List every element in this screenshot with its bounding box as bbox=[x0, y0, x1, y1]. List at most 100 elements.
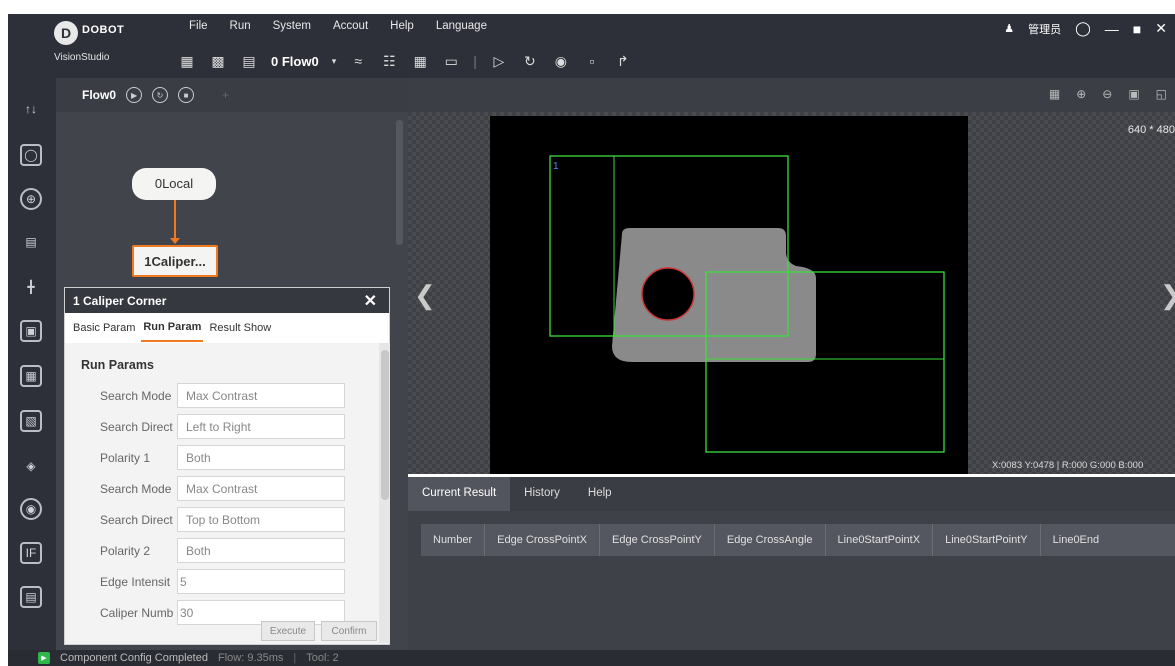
fullscreen-icon[interactable]: ◱ bbox=[1156, 87, 1167, 101]
param-row: Search Direct Left to Right bbox=[65, 414, 365, 440]
section-title: Run Params bbox=[81, 358, 154, 372]
logic-icon[interactable]: ◉ bbox=[20, 498, 42, 520]
confirm-button[interactable]: Confirm bbox=[321, 621, 377, 641]
maximize-icon[interactable]: ■ bbox=[1133, 21, 1141, 37]
col-edge-crosspoint-y[interactable]: Edge CrossPointY bbox=[600, 524, 715, 556]
search-direction-2-select[interactable]: Top to Bottom bbox=[177, 507, 345, 532]
device-icon[interactable]: ▭ bbox=[442, 52, 460, 70]
script-icon[interactable]: ▫ bbox=[583, 52, 601, 70]
menu-file[interactable]: File bbox=[178, 20, 219, 32]
search-mode-1-select[interactable]: Max Contrast bbox=[177, 383, 345, 408]
color-fill-icon[interactable]: ◈ bbox=[20, 455, 42, 477]
camera-icon[interactable]: ◯ bbox=[20, 144, 42, 166]
image-process-icon[interactable]: ▧ bbox=[20, 410, 42, 432]
col-number[interactable]: Number bbox=[421, 524, 486, 556]
polarity-1-select[interactable]: Both bbox=[177, 445, 345, 470]
measure-icon[interactable]: ▤ bbox=[20, 231, 42, 253]
header: D DOBOT VisionStudio File Run System Acc… bbox=[8, 14, 1175, 78]
flow-selector[interactable]: 0 Flow0 bbox=[271, 54, 319, 69]
caliper-icon[interactable]: ╋ bbox=[20, 276, 42, 298]
user-icon[interactable]: ♟ bbox=[1004, 22, 1014, 35]
prev-image-icon[interactable]: ❮ bbox=[414, 280, 436, 311]
tab-run-param[interactable]: Run Param bbox=[141, 314, 204, 342]
caliper-param-dialog: 1 Caliper Corner ✕ Basic Param Run Param… bbox=[64, 287, 390, 645]
tab-history[interactable]: History bbox=[510, 477, 574, 511]
param-label: Search Direct bbox=[100, 420, 173, 434]
param-row: Polarity 2 Both bbox=[65, 538, 365, 564]
close-window-icon[interactable]: ✕ bbox=[1155, 20, 1167, 37]
col-edge-crosspoint-x[interactable]: Edge CrossPointX bbox=[485, 524, 601, 556]
flow-node-caliper[interactable]: 1Caliper... bbox=[132, 245, 218, 277]
variable-icon[interactable]: ▦ bbox=[411, 52, 429, 70]
dropdown-arrow-icon[interactable]: ▾ bbox=[332, 56, 337, 67]
param-label: Polarity 1 bbox=[100, 451, 151, 465]
user-label[interactable]: 管理员 bbox=[1028, 21, 1061, 37]
network-icon[interactable]: ☷ bbox=[380, 52, 398, 70]
tab-basic-param[interactable]: Basic Param bbox=[73, 322, 135, 334]
run-loop-icon[interactable]: ↻ bbox=[521, 52, 539, 70]
result-table-header: Number Edge CrossPointX Edge CrossPointY… bbox=[421, 524, 1175, 556]
tab-help[interactable]: Help bbox=[574, 477, 626, 511]
zoom-in-icon[interactable]: ⊕ bbox=[1076, 87, 1086, 101]
menu-help[interactable]: Help bbox=[379, 20, 425, 32]
condition-icon[interactable]: IF bbox=[20, 542, 42, 564]
new-solution-icon[interactable]: ▦ bbox=[178, 52, 196, 70]
menu-run[interactable]: Run bbox=[219, 20, 262, 32]
add-flow-icon[interactable]: + bbox=[222, 88, 229, 102]
dialog-close-icon[interactable]: ✕ bbox=[364, 291, 377, 311]
flow-run-icon[interactable]: ▶ bbox=[126, 87, 143, 103]
robot-arm-icon[interactable]: ↱ bbox=[614, 52, 632, 70]
dialog-body: Run Params Search Mode Max Contrast Sear… bbox=[65, 343, 381, 643]
col-line0-start-y[interactable]: Line0StartPointY bbox=[933, 524, 1041, 556]
execute-button[interactable]: Execute bbox=[261, 621, 315, 641]
param-row: Edge Intensit 5 bbox=[65, 569, 365, 595]
flow-node-local[interactable]: 0Local bbox=[132, 168, 216, 200]
run-status-icon: ▶ bbox=[38, 652, 50, 664]
search-mode-2-select[interactable]: Max Contrast bbox=[177, 476, 345, 501]
detect-icon[interactable]: ▣ bbox=[20, 320, 42, 342]
open-folder-icon[interactable]: ▤ bbox=[240, 52, 258, 70]
dobot-logo-icon: D bbox=[54, 21, 78, 45]
stop-icon[interactable]: ◉ bbox=[552, 52, 570, 70]
param-label: Search Direct bbox=[100, 513, 173, 527]
layers-icon[interactable]: ≈ bbox=[349, 52, 367, 70]
save-icon[interactable]: ▩ bbox=[209, 52, 227, 70]
edge-intensity-stepper[interactable]: 5 bbox=[177, 569, 345, 594]
fit-view-icon[interactable]: ▦ bbox=[1049, 87, 1060, 101]
viewer-toolbar: ▦ ⊕ ⊖ ▣ ◱ bbox=[408, 78, 1175, 112]
settings-icon[interactable]: ◯ bbox=[1075, 20, 1091, 37]
col-line0-start-x[interactable]: Line0StartPointX bbox=[826, 524, 934, 556]
tab-result-show[interactable]: Result Show bbox=[209, 322, 271, 334]
dialog-title: 1 Caliper Corner bbox=[65, 288, 389, 313]
locate-icon[interactable]: ⊕ bbox=[20, 188, 42, 210]
status-message: Component Config Completed bbox=[60, 652, 208, 664]
search-direction-1-select[interactable]: Left to Right bbox=[177, 414, 345, 439]
image-source-icon[interactable]: ↑↓ bbox=[20, 98, 42, 120]
param-label: Search Mode bbox=[100, 482, 172, 496]
communication-icon[interactable]: ▤ bbox=[20, 586, 42, 608]
run-once-icon[interactable]: ▷ bbox=[490, 52, 508, 70]
zoom-out-icon[interactable]: ⊖ bbox=[1102, 87, 1112, 101]
actual-size-icon[interactable]: ▣ bbox=[1128, 87, 1139, 101]
flow-scrollbar[interactable] bbox=[396, 120, 403, 245]
flow-loop-icon[interactable]: ↻ bbox=[152, 87, 169, 103]
param-row: Caliper Numb 30 bbox=[65, 600, 365, 626]
next-image-icon[interactable]: ❯ bbox=[1160, 280, 1175, 311]
window-controls: ♟ 管理员 ◯ — ■ ✕ bbox=[1004, 20, 1167, 37]
calibrate-icon[interactable]: ▦ bbox=[20, 365, 42, 387]
menu-account[interactable]: Accout bbox=[322, 20, 379, 32]
brand-name: DOBOT bbox=[82, 24, 125, 36]
status-divider: | bbox=[293, 652, 297, 664]
minimize-icon[interactable]: — bbox=[1105, 21, 1119, 37]
col-line0-end[interactable]: Line0End bbox=[1041, 524, 1112, 556]
param-label: Caliper Numb bbox=[100, 606, 174, 620]
flow-stop-icon[interactable]: ■ bbox=[178, 87, 195, 103]
polarity-2-select[interactable]: Both bbox=[177, 538, 345, 563]
image-resolution: 640 * 480 bbox=[1127, 124, 1175, 136]
menu-system[interactable]: System bbox=[262, 20, 322, 32]
tab-current-result[interactable]: Current Result bbox=[408, 477, 511, 511]
dialog-scrollbar-thumb[interactable] bbox=[381, 350, 389, 500]
camera-image[interactable]: 1 bbox=[490, 116, 968, 474]
col-edge-crossangle[interactable]: Edge CrossAngle bbox=[715, 524, 826, 556]
menu-language[interactable]: Language bbox=[425, 20, 498, 32]
